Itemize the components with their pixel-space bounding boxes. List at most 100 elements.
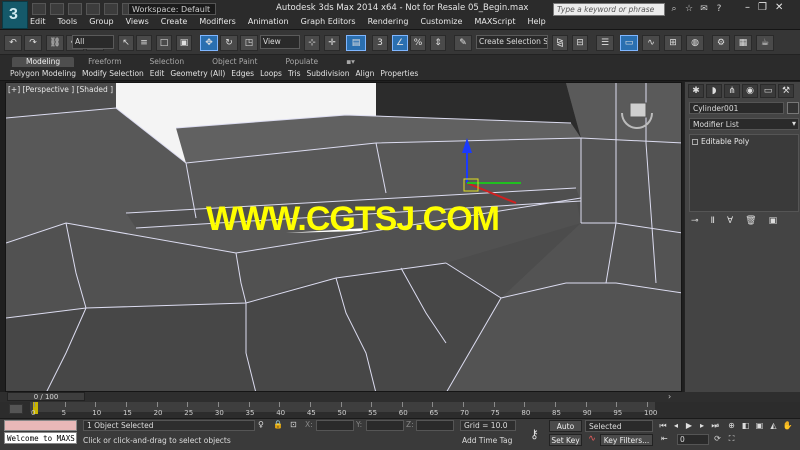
select-and-move-icon[interactable]: ✥ — [200, 35, 218, 51]
maxscript-mini-listener[interactable]: Welcome to MAXS — [4, 432, 77, 444]
default-in-out-tangents-icon[interactable]: ∿ — [586, 434, 598, 446]
menu-modifiers[interactable]: Modifiers — [199, 17, 236, 29]
selection-lock-icon[interactable]: 🔒 — [273, 420, 283, 429]
zoom-all-icon[interactable]: ⊕ — [726, 420, 737, 431]
panel-tris[interactable]: Tris — [288, 69, 301, 78]
percent-snap-icon[interactable]: % — [410, 35, 426, 51]
selection-set-dropdown[interactable]: Selected — [585, 420, 653, 432]
menu-views[interactable]: Views — [126, 17, 149, 29]
search-icon[interactable]: ⌕ — [668, 3, 680, 15]
show-end-result-icon[interactable]: Ⅱ — [711, 216, 715, 226]
make-unique-icon[interactable]: ∀ — [727, 216, 733, 226]
modifier-stack-item[interactable]: Editable Poly — [692, 137, 749, 146]
schematic-view-icon[interactable]: ⊞ — [664, 35, 682, 51]
select-and-link-icon[interactable]: ⛓ — [46, 35, 64, 51]
menu-rendering[interactable]: Rendering — [368, 17, 409, 29]
named-selection-dropdown[interactable]: Create Selection Se — [476, 35, 548, 49]
new-file-icon[interactable] — [32, 3, 46, 15]
curve-editor-icon[interactable]: ∿ — [642, 35, 660, 51]
y-coordinate-field[interactable] — [366, 420, 404, 431]
x-coordinate-field[interactable] — [316, 420, 354, 431]
keyboard-shortcut-override-icon[interactable]: ▤ — [346, 35, 366, 51]
menu-customize[interactable]: Customize — [420, 17, 462, 29]
menu-group[interactable]: Group — [89, 17, 113, 29]
snaps-toggle-icon[interactable]: 3 — [372, 35, 388, 51]
panel-edit[interactable]: Edit — [150, 69, 165, 78]
modifier-list-dropdown[interactable]: Modifier List ▾ — [689, 118, 799, 130]
redo-icon[interactable] — [104, 3, 118, 15]
mirror-icon[interactable]: ⧎ — [552, 35, 568, 51]
select-and-manipulate-icon[interactable]: ✛ — [324, 35, 340, 51]
add-time-tag[interactable]: Add Time Tag — [462, 436, 512, 445]
menu-animation[interactable]: Animation — [248, 17, 289, 29]
menu-create[interactable]: Create — [161, 17, 188, 29]
undo-icon[interactable] — [86, 3, 100, 15]
go-to-start-icon[interactable]: ⏮ — [658, 420, 668, 431]
track-bar[interactable]: 0 5 10 15 20 25 30 35 40 45 50 55 60 65 70 75 80 85 90 95 10… — [0, 402, 800, 419]
key-mode-icon[interactable]: ⚷ — [530, 427, 539, 441]
object-name-field[interactable]: Cylinder001 — [689, 102, 784, 114]
menu-help[interactable]: Help — [528, 17, 546, 29]
tab-modeling[interactable]: Modeling — [12, 57, 75, 67]
maxscript-mini-listener-top[interactable] — [4, 420, 77, 431]
tab-object-paint[interactable]: Object Paint — [198, 57, 271, 67]
orbit-icon[interactable]: ⟳ — [712, 433, 723, 444]
create-panel-icon[interactable]: ✱ — [688, 84, 704, 98]
use-pivot-center-icon[interactable]: ⊹ — [304, 35, 320, 51]
tab-freeform[interactable]: Freeform — [74, 57, 135, 67]
zoom-icon[interactable]: ⌕ — [712, 420, 723, 431]
panel-subdivision[interactable]: Subdivision — [307, 69, 350, 78]
tab-populate[interactable]: Populate — [271, 57, 332, 67]
workspace-dropdown[interactable]: Workspace: Default — [128, 3, 216, 15]
display-panel-icon[interactable]: ▭ — [760, 84, 776, 98]
time-slider-next-icon[interactable]: › — [668, 392, 671, 401]
panel-modify-selection[interactable]: Modify Selection — [82, 69, 144, 78]
select-by-name-icon[interactable]: ≡ — [136, 35, 152, 51]
field-of-view-icon[interactable]: ◭ — [768, 420, 779, 431]
menu-tools[interactable]: Tools — [58, 17, 78, 29]
select-and-scale-icon[interactable]: ◳ — [240, 35, 258, 51]
modify-panel-icon[interactable]: ◗ — [706, 84, 722, 98]
application-button[interactable]: 3 — [2, 1, 28, 29]
auto-key-button[interactable]: Auto Key — [549, 420, 582, 442]
material-editor-icon[interactable]: ◍ — [686, 35, 704, 51]
set-key-button[interactable]: Set Key — [549, 434, 582, 446]
remove-modifier-icon[interactable]: 🗑 — [745, 216, 756, 226]
configure-modifier-sets-icon[interactable]: ▣ — [769, 216, 778, 226]
tab-selection[interactable]: Selection — [136, 57, 199, 67]
redo-icon[interactable]: ↷ — [24, 35, 42, 51]
play-icon[interactable]: ▶ — [684, 420, 694, 431]
pin-stack-icon[interactable]: ⊸ — [691, 216, 699, 226]
open-mini-curve-editor-icon[interactable] — [9, 404, 23, 414]
current-frame-field[interactable]: 0 — [677, 434, 709, 445]
render-production-icon[interactable]: ☕ — [756, 35, 774, 51]
help-icon[interactable]: ? — [713, 3, 725, 15]
subscription-icon[interactable]: ☆ — [683, 3, 695, 15]
window-crossing-icon[interactable]: ▣ — [176, 35, 192, 51]
search-input[interactable]: Type a keyword or phrase — [553, 3, 665, 16]
edit-named-selection-icon[interactable]: ✎ — [454, 35, 472, 51]
select-and-rotate-icon[interactable]: ↻ — [220, 35, 238, 51]
panel-geometry-all[interactable]: Geometry (All) — [170, 69, 225, 78]
close-button[interactable]: ✕ — [775, 2, 783, 13]
viewcube-icon[interactable] — [626, 98, 656, 128]
absolute-mode-icon[interactable]: ⊡ — [290, 420, 297, 429]
render-setup-icon[interactable]: ⚙ — [712, 35, 730, 51]
panel-properties[interactable]: Properties — [380, 69, 418, 78]
z-coordinate-field[interactable] — [416, 420, 454, 431]
previous-frame-icon[interactable]: ◂ — [671, 420, 681, 431]
time-slider[interactable]: 0 / 100 — [7, 392, 85, 401]
menu-edit[interactable]: Edit — [30, 17, 46, 29]
angle-snap-icon[interactable]: ∠ — [392, 35, 408, 51]
zoom-extents-icon[interactable]: ◧ — [740, 420, 751, 431]
key-filters-button[interactable]: Key Filters... — [600, 434, 653, 446]
panel-align[interactable]: Align — [356, 69, 375, 78]
utilities-panel-icon[interactable]: ⚒ — [778, 84, 794, 98]
object-color-swatch[interactable] — [787, 102, 799, 114]
next-frame-icon[interactable]: ▸ — [697, 420, 707, 431]
ribbon-toggle-icon[interactable]: ▭ — [620, 35, 638, 51]
menu-maxscript[interactable]: MAXScript — [474, 17, 515, 29]
minimize-button[interactable]: – — [745, 2, 750, 13]
spinner-snap-icon[interactable]: ⇕ — [430, 35, 446, 51]
maximize-viewport-icon[interactable]: ⛶ — [726, 433, 737, 444]
